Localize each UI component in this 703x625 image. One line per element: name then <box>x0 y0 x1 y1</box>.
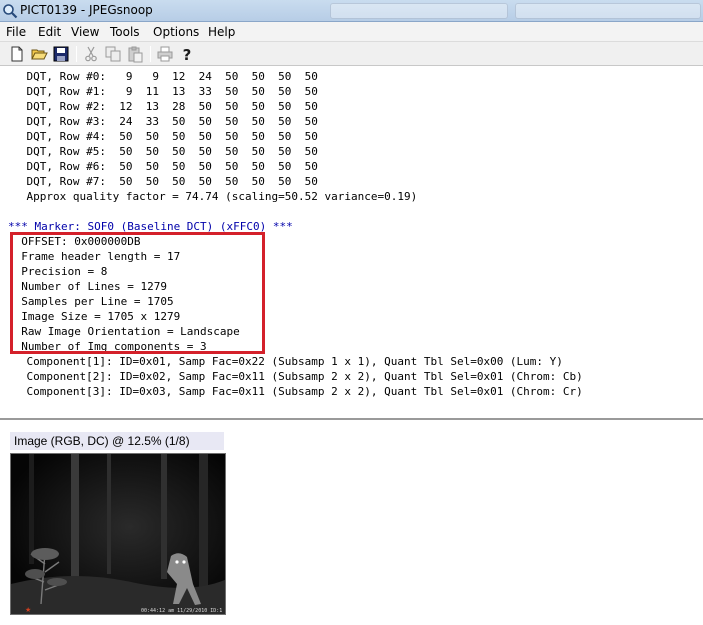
copy-icon[interactable] <box>104 45 122 63</box>
component-line: Component[1]: ID=0x01, Samp Fac=0x22 (Su… <box>0 355 563 368</box>
magnifier-app-icon <box>3 4 18 19</box>
cut-icon[interactable] <box>82 45 100 63</box>
menu-view[interactable]: View <box>71 25 99 39</box>
preview-photo: ★ 00:44:12 am 11/29/2010 ID:1 <box>10 453 226 615</box>
dqt-row: DQT, Row #2: 12 13 28 50 50 50 50 50 <box>0 100 318 113</box>
help-icon[interactable]: ? <box>178 45 196 63</box>
image-preview-pane: Image (RGB, DC) @ 12.5% (1/8) ★ 00:44:12… <box>0 422 703 625</box>
night-forest-photo: ★ 00:44:12 am 11/29/2010 ID:1 <box>11 454 225 614</box>
window-title: PICT0139 - JPEGsnoop <box>20 3 153 17</box>
new-icon[interactable] <box>8 45 26 63</box>
component-line: Component[2]: ID=0x02, Samp Fac=0x11 (Su… <box>0 370 583 383</box>
background-tab <box>330 3 508 19</box>
dqt-row: DQT, Row #7: 50 50 50 50 50 50 50 50 <box>0 175 318 188</box>
menu-file[interactable]: File <box>6 25 26 39</box>
quality-factor-line: Approx quality factor = 74.74 (scaling=5… <box>0 190 418 203</box>
open-icon[interactable] <box>30 45 48 63</box>
log-output[interactable]: DQT, Row #0: 9 9 12 24 50 50 50 50 DQT, … <box>0 67 703 420</box>
dqt-row: DQT, Row #0: 9 9 12 24 50 50 50 50 <box>0 70 318 83</box>
menu-help[interactable]: Help <box>208 25 235 39</box>
dqt-row: DQT, Row #4: 50 50 50 50 50 50 50 50 <box>0 130 318 143</box>
svg-text:?: ? <box>183 46 192 63</box>
svg-text:★: ★ <box>25 606 31 614</box>
print-icon[interactable] <box>156 45 174 63</box>
photo-timestamp: 00:44:12 am 11/29/2010 ID:1 <box>141 608 222 614</box>
component-line: Component[3]: ID=0x03, Samp Fac=0x11 (Su… <box>0 385 583 398</box>
highlight-box <box>10 232 265 354</box>
save-icon[interactable] <box>52 45 70 63</box>
menu-edit[interactable]: Edit <box>38 25 61 39</box>
image-caption: Image (RGB, DC) @ 12.5% (1/8) <box>10 432 224 450</box>
menu-tools[interactable]: Tools <box>110 25 140 39</box>
dqt-row: DQT, Row #1: 9 11 13 33 50 50 50 50 <box>0 85 318 98</box>
dqt-row: DQT, Row #5: 50 50 50 50 50 50 50 50 <box>0 145 318 158</box>
toolbar: ? <box>0 42 703 66</box>
toolbar-separator <box>150 46 151 62</box>
dqt-row: DQT, Row #3: 24 33 50 50 50 50 50 50 <box>0 115 318 128</box>
toolbar-separator <box>76 46 77 62</box>
title-bar: PICT0139 - JPEGsnoop <box>0 0 703 22</box>
dqt-row: DQT, Row #6: 50 50 50 50 50 50 50 50 <box>0 160 318 173</box>
paste-icon[interactable] <box>126 45 144 63</box>
menu-bar: File Edit View Tools Options Help <box>0 22 703 42</box>
background-tab <box>515 3 701 19</box>
menu-options[interactable]: Options <box>153 25 199 39</box>
